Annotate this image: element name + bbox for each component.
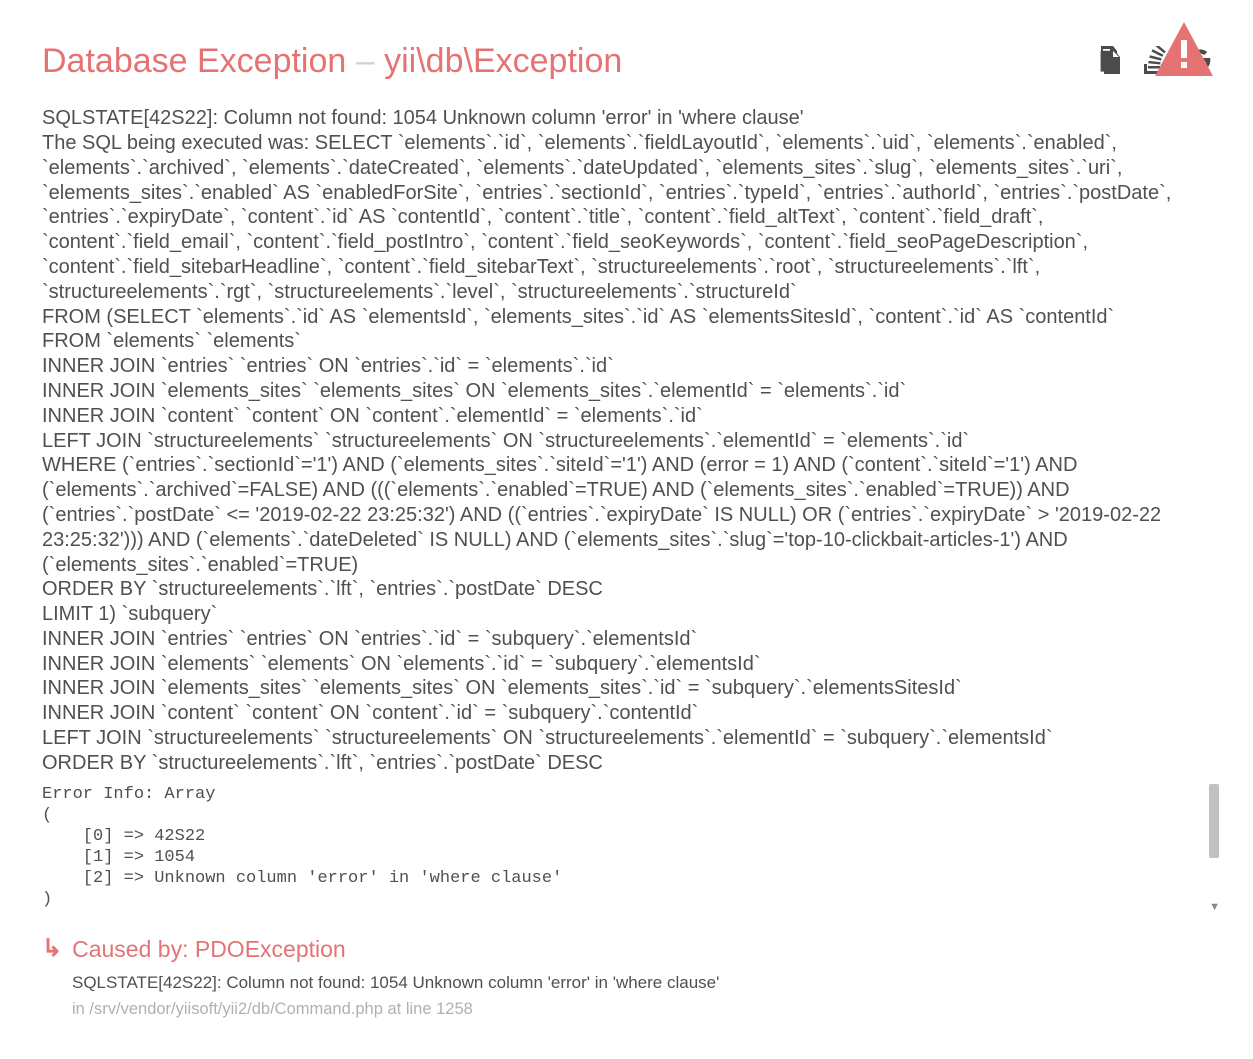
scroll-arrow-down-icon[interactable]: ▼	[1209, 901, 1220, 915]
caused-by-prefix: Caused by:	[72, 936, 195, 962]
copy-icon[interactable]	[1097, 46, 1121, 81]
header: Database Exception – yii\db\Exception	[42, 40, 1213, 82]
indent-arrow-icon: ↳	[42, 934, 62, 964]
error-info-block: Error Info: Array ( [0] => 42S22 [1] => …	[42, 784, 1213, 910]
scrollbar-thumb[interactable]	[1209, 784, 1219, 858]
page-title: Database Exception – yii\db\Exception	[42, 40, 622, 82]
caused-by-message: SQLSTATE[42S22]: Column not found: 1054 …	[72, 972, 1213, 993]
caused-by-heading: ↳ Caused by: PDOException	[42, 934, 1213, 964]
caused-by-file: in /srv/vendor/yiisoft/yii2/db/Command.p…	[72, 999, 1213, 1019]
caused-by-exception-link[interactable]: PDOException	[195, 936, 346, 962]
exception-name: Database Exception	[42, 42, 346, 80]
title-dash: –	[346, 42, 384, 80]
exception-class: yii\db\Exception	[384, 42, 622, 80]
warning-icon	[1155, 22, 1213, 83]
error-message: SQLSTATE[42S22]: Column not found: 1054 …	[42, 106, 1203, 776]
